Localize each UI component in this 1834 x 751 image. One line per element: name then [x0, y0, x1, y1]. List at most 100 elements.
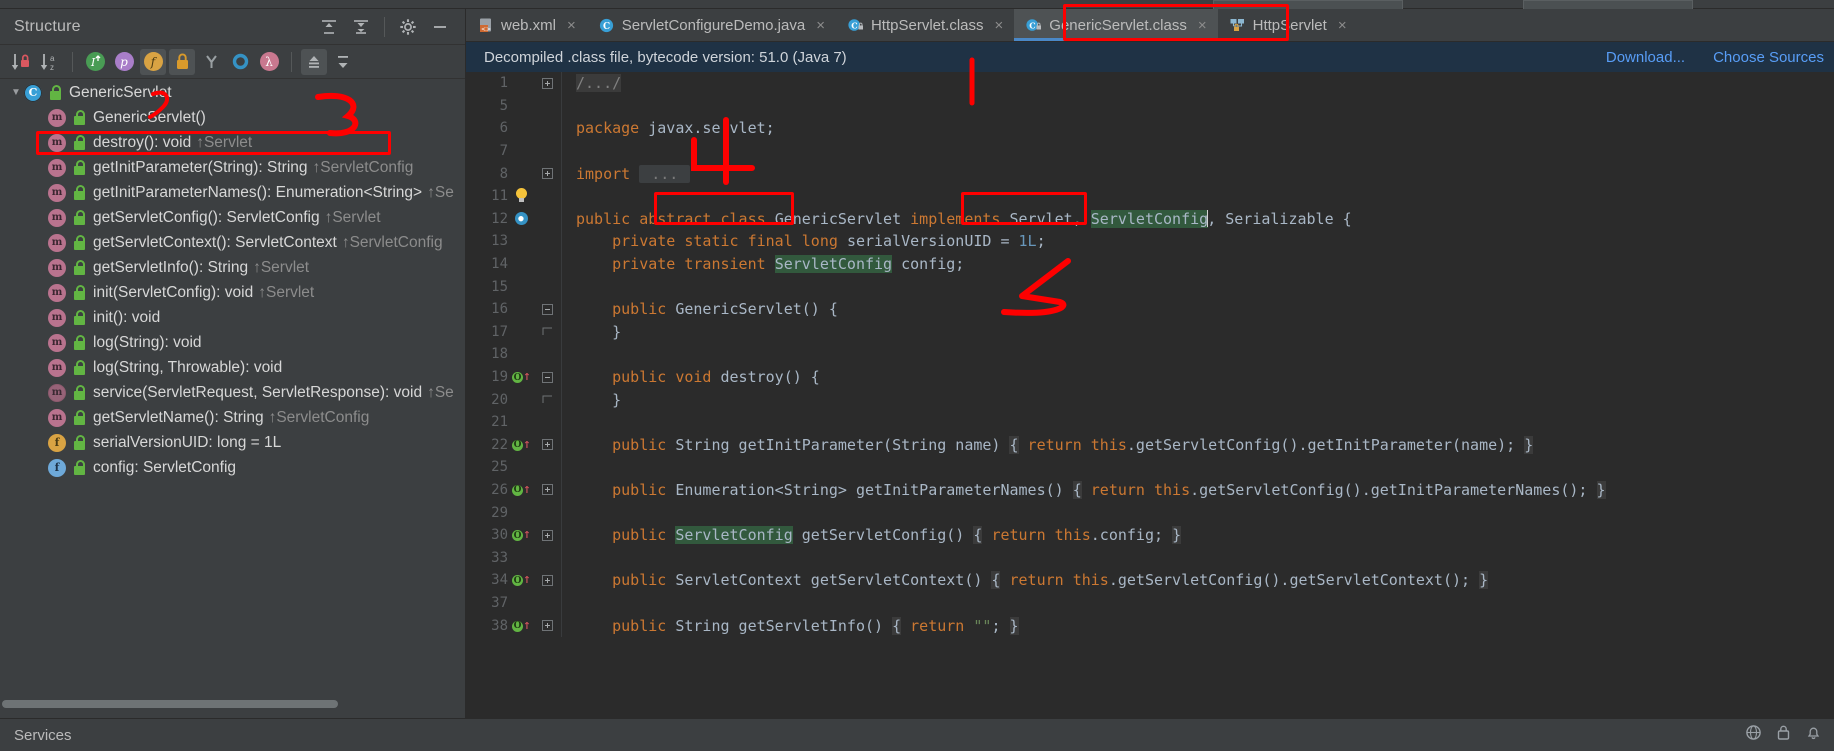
show-anonymous-classes-button[interactable] — [198, 49, 224, 75]
notifications-icon[interactable] — [1805, 724, 1822, 746]
chevron-down-icon[interactable]: ▼ — [8, 87, 24, 98]
tree-node[interactable]: f config: ServletConfig — [0, 455, 465, 480]
code-line[interactable]: 34 O ↑ public ServletContext getServletCon… — [466, 569, 1834, 592]
tree-node[interactable]: m getServletName(): String ↑ServletConfig — [0, 405, 465, 430]
fold-toggle-icon[interactable] — [534, 433, 562, 457]
tree-node[interactable]: ▼ C GenericServlet — [0, 80, 465, 105]
override-marker-icon[interactable]: O ↑ — [508, 370, 534, 384]
fold-toggle-icon[interactable] — [534, 162, 562, 185]
show-properties-button[interactable]: p — [111, 49, 137, 75]
tree-node[interactable]: m log(String): void — [0, 330, 465, 355]
tree-node-label: config: ServletConfig — [93, 458, 237, 476]
editor-tab[interactable]: HttpServlet × — [1218, 9, 1358, 41]
code-line[interactable]: 33 — [466, 546, 1834, 570]
globe-icon[interactable] — [1745, 724, 1762, 746]
fold-toggle-icon[interactable] — [534, 523, 562, 547]
editor-tab[interactable]: <> web.xml × — [466, 9, 587, 41]
fold-toggle-icon[interactable] — [534, 569, 562, 592]
autoscroll-from-source-button[interactable] — [301, 48, 327, 75]
scrollbar-thumb[interactable] — [2, 700, 338, 708]
intention-bulb-icon[interactable] — [508, 188, 534, 204]
code-line[interactable]: 29 — [466, 501, 1834, 524]
code-editor[interactable]: 1 /.../ 5 6 package javax.servlet; 7 8 import .… — [466, 72, 1834, 718]
code-line[interactable]: 1 /.../ — [466, 72, 1834, 95]
fold-toggle-icon[interactable] — [534, 388, 562, 411]
code-line[interactable]: 22 O ↑ public String getInitParameter(Stri… — [466, 433, 1834, 457]
code-line[interactable]: 38 O ↑ public String getServletInfo() { re… — [466, 614, 1834, 637]
fold-toggle-icon[interactable] — [534, 320, 562, 344]
expand-all-icon[interactable] — [314, 13, 344, 41]
download-sources-link[interactable]: Download... — [1606, 49, 1685, 66]
tree-node[interactable]: m init(): void — [0, 305, 465, 330]
fold-toggle-icon[interactable] — [534, 297, 562, 321]
close-tab-icon[interactable]: × — [567, 17, 576, 34]
sort-alphabetically-button[interactable]: a z — [37, 49, 63, 75]
tree-node[interactable]: m service(ServletRequest, ServletResponse… — [0, 380, 465, 405]
collapse-all-icon[interactable] — [346, 13, 376, 41]
editor-tab[interactable]: C ServletConfigureDemo.java × — [587, 9, 836, 41]
code-line[interactable]: 19 O ↑ public void destroy() { — [466, 365, 1834, 389]
tree-node[interactable]: m getServletInfo(): String ↑Servlet — [0, 255, 465, 280]
tree-node[interactable]: m getServletContext(): ServletContext ↑Ser… — [0, 230, 465, 255]
show-fields-button[interactable]: f — [140, 48, 166, 75]
hide-icon[interactable] — [425, 13, 455, 41]
close-tab-icon[interactable]: × — [1198, 17, 1207, 34]
tree-node[interactable]: m log(String, Throwable): void — [0, 355, 465, 380]
settings-gear-icon[interactable] — [393, 13, 423, 41]
fold-toggle-icon[interactable] — [534, 72, 562, 95]
code-line[interactable]: 6 package javax.servlet; — [466, 117, 1834, 140]
close-tab-icon[interactable]: × — [1338, 17, 1347, 34]
fold-toggle-icon[interactable] — [534, 478, 562, 502]
tree-node[interactable]: m getInitParameterNames(): Enumeration<St… — [0, 180, 465, 205]
autoscroll-to-source-button[interactable] — [330, 49, 356, 75]
show-lambdas-button[interactable]: λ — [256, 49, 282, 75]
code-line[interactable]: 18 — [466, 343, 1834, 366]
lock-icon[interactable] — [1776, 724, 1791, 746]
editor-tab[interactable]: C GenericServlet.class × — [1014, 9, 1218, 41]
code-line[interactable]: 12 ● public abstract class GenericServlet … — [466, 207, 1834, 231]
code-line[interactable]: 30 O ↑ public ServletConfig getServletConf… — [466, 523, 1834, 547]
override-marker-icon[interactable]: O ↑ — [508, 619, 534, 633]
choose-sources-link[interactable]: Choose Sources — [1713, 49, 1824, 66]
tree-node[interactable]: m init(ServletConfig): void ↑Servlet — [0, 280, 465, 305]
code-line[interactable]: 7 — [466, 139, 1834, 163]
editor-tab[interactable]: C HttpServlet.class × — [836, 9, 1014, 41]
tree-node[interactable]: m getInitParameter(String): String ↑Servle… — [0, 155, 465, 180]
tree-node[interactable]: m GenericServlet() — [0, 105, 465, 130]
tree-node[interactable]: m destroy(): void ↑Servlet — [0, 130, 465, 155]
structure-tree[interactable]: ▼ C GenericServlet m GenericServlet() m destro… — [0, 80, 465, 688]
code-line[interactable]: 17 } — [466, 320, 1834, 344]
fold-toggle-icon[interactable] — [534, 614, 562, 637]
code-line[interactable]: 14 private transient ServletConfig confi… — [466, 252, 1834, 276]
override-marker-icon[interactable]: O ↑ — [508, 528, 534, 542]
code-line[interactable]: 5 — [466, 94, 1834, 118]
editor-tab-bar[interactable]: <> web.xml × C ServletConfigureDemo.java × C Ht… — [466, 9, 1834, 42]
implementation-marker-icon[interactable]: ● — [508, 212, 534, 226]
code-line[interactable]: 8 import ... — [466, 162, 1834, 185]
tree-node[interactable]: f serialVersionUID: long = 1L — [0, 430, 465, 455]
code-line[interactable]: 21 — [466, 410, 1834, 434]
tree-node[interactable]: m getServletConfig(): ServletConfig ↑Servl… — [0, 205, 465, 230]
code-line[interactable]: 11 — [466, 184, 1834, 208]
code-line[interactable]: 20 } — [466, 388, 1834, 411]
override-marker-icon[interactable]: O ↑ — [508, 483, 534, 497]
close-tab-icon[interactable]: × — [816, 17, 825, 34]
code-line[interactable]: 37 — [466, 591, 1834, 615]
tree-node-label: serialVersionUID: long = 1L — [93, 433, 282, 451]
fold-toggle-icon[interactable] — [534, 365, 562, 389]
override-marker-icon[interactable]: O ↑ — [508, 438, 534, 452]
show-interfaces-button[interactable] — [227, 49, 253, 75]
code-line[interactable]: 26 O ↑ public Enumeration<String> getInitP… — [466, 478, 1834, 502]
show-inherited-button[interactable]: I — [82, 49, 108, 75]
services-tool-button[interactable]: Services — [14, 727, 72, 744]
show-non-public-button[interactable] — [169, 48, 195, 75]
sort-by-visibility-button[interactable] — [8, 49, 34, 75]
code-token: Enumeration<String> getInitParameterName… — [675, 480, 1073, 499]
code-line[interactable]: 15 — [466, 275, 1834, 298]
structure-horizontal-scrollbar[interactable] — [0, 700, 466, 708]
close-tab-icon[interactable]: × — [995, 17, 1004, 34]
override-marker-icon[interactable]: O ↑ — [508, 573, 534, 587]
code-line[interactable]: 13 private static final long serialVersi… — [466, 230, 1834, 253]
code-line[interactable]: 25 — [466, 456, 1834, 479]
code-line[interactable]: 16 public GenericServlet() { — [466, 297, 1834, 321]
